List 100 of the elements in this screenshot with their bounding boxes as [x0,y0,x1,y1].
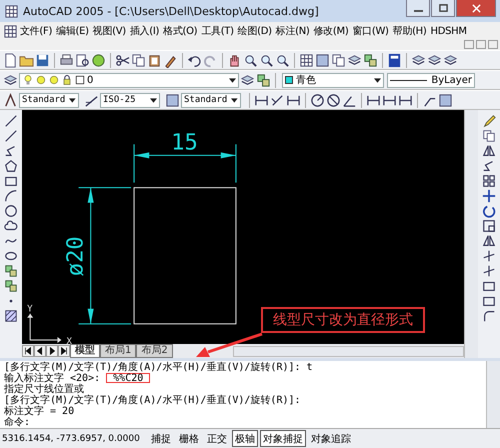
grid-icon[interactable] [299,52,314,68]
diameter-icon[interactable] [326,92,341,108]
caret-icon [229,78,236,82]
caret-icon [374,78,381,82]
status-toggle[interactable]: 极轴 [232,430,258,447]
tab-nav-button[interactable] [22,345,34,357]
block-icon[interactable] [363,52,378,68]
fillet-icon[interactable] [482,309,496,323]
scale-icon[interactable] [482,219,496,233]
pencil-icon[interactable] [482,114,496,128]
layers-icon[interactable] [347,52,362,68]
status-toggle[interactable]: 正交 [204,430,230,447]
arc-icon[interactable] [4,189,18,203]
menu-item[interactable]: 窗口(W) [350,24,391,38]
line-icon[interactable] [4,114,18,128]
ellipse-icon[interactable] [4,249,18,263]
menu-item[interactable]: HDSHM [428,26,469,36]
tab-nav-button[interactable] [58,345,70,357]
text-style-dropdown[interactable]: Standard [19,92,79,108]
menu-item[interactable]: 格式(O) [161,24,200,38]
line-icon[interactable] [4,129,18,143]
vertical-scrollbar[interactable] [486,361,500,428]
menu-item[interactable]: 视图(V) [90,24,128,38]
trim-icon[interactable] [482,249,496,263]
grid-icon[interactable] [3,24,18,38]
command-line: [多行文字(M)/文字(T)/角度(A)/水平(H)/垂直(V)/旋转(R)]: [4,395,301,406]
layers-icon[interactable] [411,52,426,68]
move-icon[interactable] [482,189,496,203]
layout-tab[interactable]: 布局1 [100,344,136,358]
menu-item[interactable]: 编辑(E) [54,24,91,38]
horizontal-scrollbar[interactable] [232,346,464,356]
close-icon [472,4,480,12]
dimension-style-dropdown[interactable]: ISO-25 [100,92,160,108]
maximize-button[interactable] [431,0,455,17]
array-icon[interactable] [482,174,496,188]
rectangle-icon[interactable] [482,279,496,293]
rotate-icon[interactable] [482,204,496,218]
color-dropdown[interactable]: 青色 [282,72,384,88]
menu-item[interactable]: 修改(M) [312,24,350,38]
layout-tab[interactable]: 模型 [70,344,100,358]
copy-icon[interactable] [331,52,346,68]
menu-item[interactable]: 帮助(H) [390,24,428,38]
status-toggle[interactable]: 对象捕捉 [260,430,306,447]
table-style-dropdown[interactable]: Standard [181,92,241,108]
zoom-icon[interactable] [259,52,274,68]
radius-icon[interactable] [310,92,325,108]
block-icon[interactable] [256,72,271,88]
tab-nav-button[interactable] [34,345,46,357]
aligned-dimension-icon[interactable] [270,92,285,108]
zoom-icon[interactable] [243,52,258,68]
status-toggle[interactable]: 栅格 [176,430,202,447]
copy-icon[interactable] [131,52,146,68]
dimension-text: ø20 [62,236,89,276]
layout-tab[interactable]: 布局2 [136,344,173,358]
rectangle-icon[interactable] [4,174,18,188]
hatch-icon[interactable] [4,309,18,323]
layers-icon[interactable] [3,72,18,88]
book-icon[interactable] [387,52,402,68]
sun-icon [35,74,47,86]
polygon-icon[interactable] [4,159,18,173]
cloud-icon[interactable] [4,219,18,233]
new-file-icon[interactable] [3,52,18,68]
status-toggle[interactable]: 对象追踪 [308,430,354,447]
mirror-icon[interactable] [482,234,496,248]
block-icon[interactable] [4,279,18,293]
axis-label: X [66,337,72,344]
menu-item[interactable]: 工具(T) [199,24,236,38]
pointer-arrow [196,332,262,357]
first-page-icon [25,347,31,355]
trim-icon[interactable] [482,264,496,278]
tab-nav-button[interactable] [46,345,58,357]
status-toggle[interactable]: 捕捉 [148,430,174,447]
scissors-icon[interactable] [115,52,130,68]
menu-item[interactable]: 绘图(D) [236,24,274,38]
linetype-dropdown[interactable]: ByLayer [387,72,475,88]
menu-item[interactable]: 标注(N) [274,24,312,38]
sun-icon [48,74,60,86]
text-style-icon[interactable] [3,92,18,108]
circle-icon[interactable] [4,204,18,218]
printer-icon[interactable] [59,52,74,68]
block-icon[interactable] [4,264,18,278]
mirror-icon[interactable] [482,144,496,158]
zoom-icon[interactable] [275,52,290,68]
layers-icon[interactable] [240,72,255,88]
caret-icon [231,98,238,102]
layers-icon[interactable] [427,52,442,68]
layers-icon[interactable] [443,52,458,68]
rectangle-icon[interactable] [482,294,496,308]
clipboard-icon[interactable] [147,52,162,68]
command-line: 指定尺寸线位置或 [4,384,84,395]
menu-item[interactable]: 文件(F) [18,24,54,38]
layer-dropdown[interactable]: 0 [19,72,239,88]
menu-item[interactable]: 插入(I) [128,24,162,38]
save-icon[interactable] [35,52,50,68]
swatch-icon [285,76,293,84]
minimize-button[interactable] [406,0,430,17]
close-button[interactable] [456,0,496,17]
page-magnifier-icon[interactable] [75,52,90,68]
vertical-scrollbar[interactable] [464,110,478,358]
copy-icon[interactable] [482,129,496,143]
